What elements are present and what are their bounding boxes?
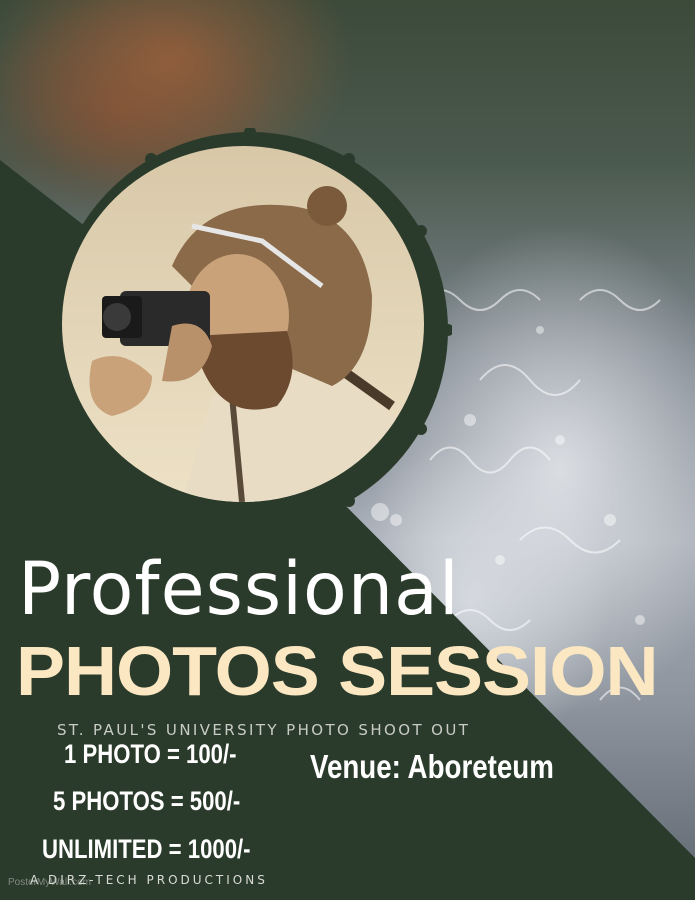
price-line: 5 PHOTOS = 500/- — [53, 786, 241, 816]
price-line: 1 PHOTO = 100/- — [64, 739, 237, 769]
title-photos-session: PHOTOS SESSION — [16, 632, 659, 710]
title-professional: Professional — [18, 547, 460, 632]
photographer-image — [62, 146, 424, 502]
price-line: UNLIMITED = 1000/- — [42, 834, 251, 864]
footer-credits: A DIRZ-TECH PRODUCTIONS — [30, 873, 268, 887]
poster: Professional PHOTOS SESSION ST. PAUL'S U… — [0, 0, 695, 900]
venue-text: Venue: Aboreteum — [310, 748, 554, 785]
subtitle-university: ST. PAUL'S UNIVERSITY PHOTO SHOOT OUT — [57, 721, 471, 739]
